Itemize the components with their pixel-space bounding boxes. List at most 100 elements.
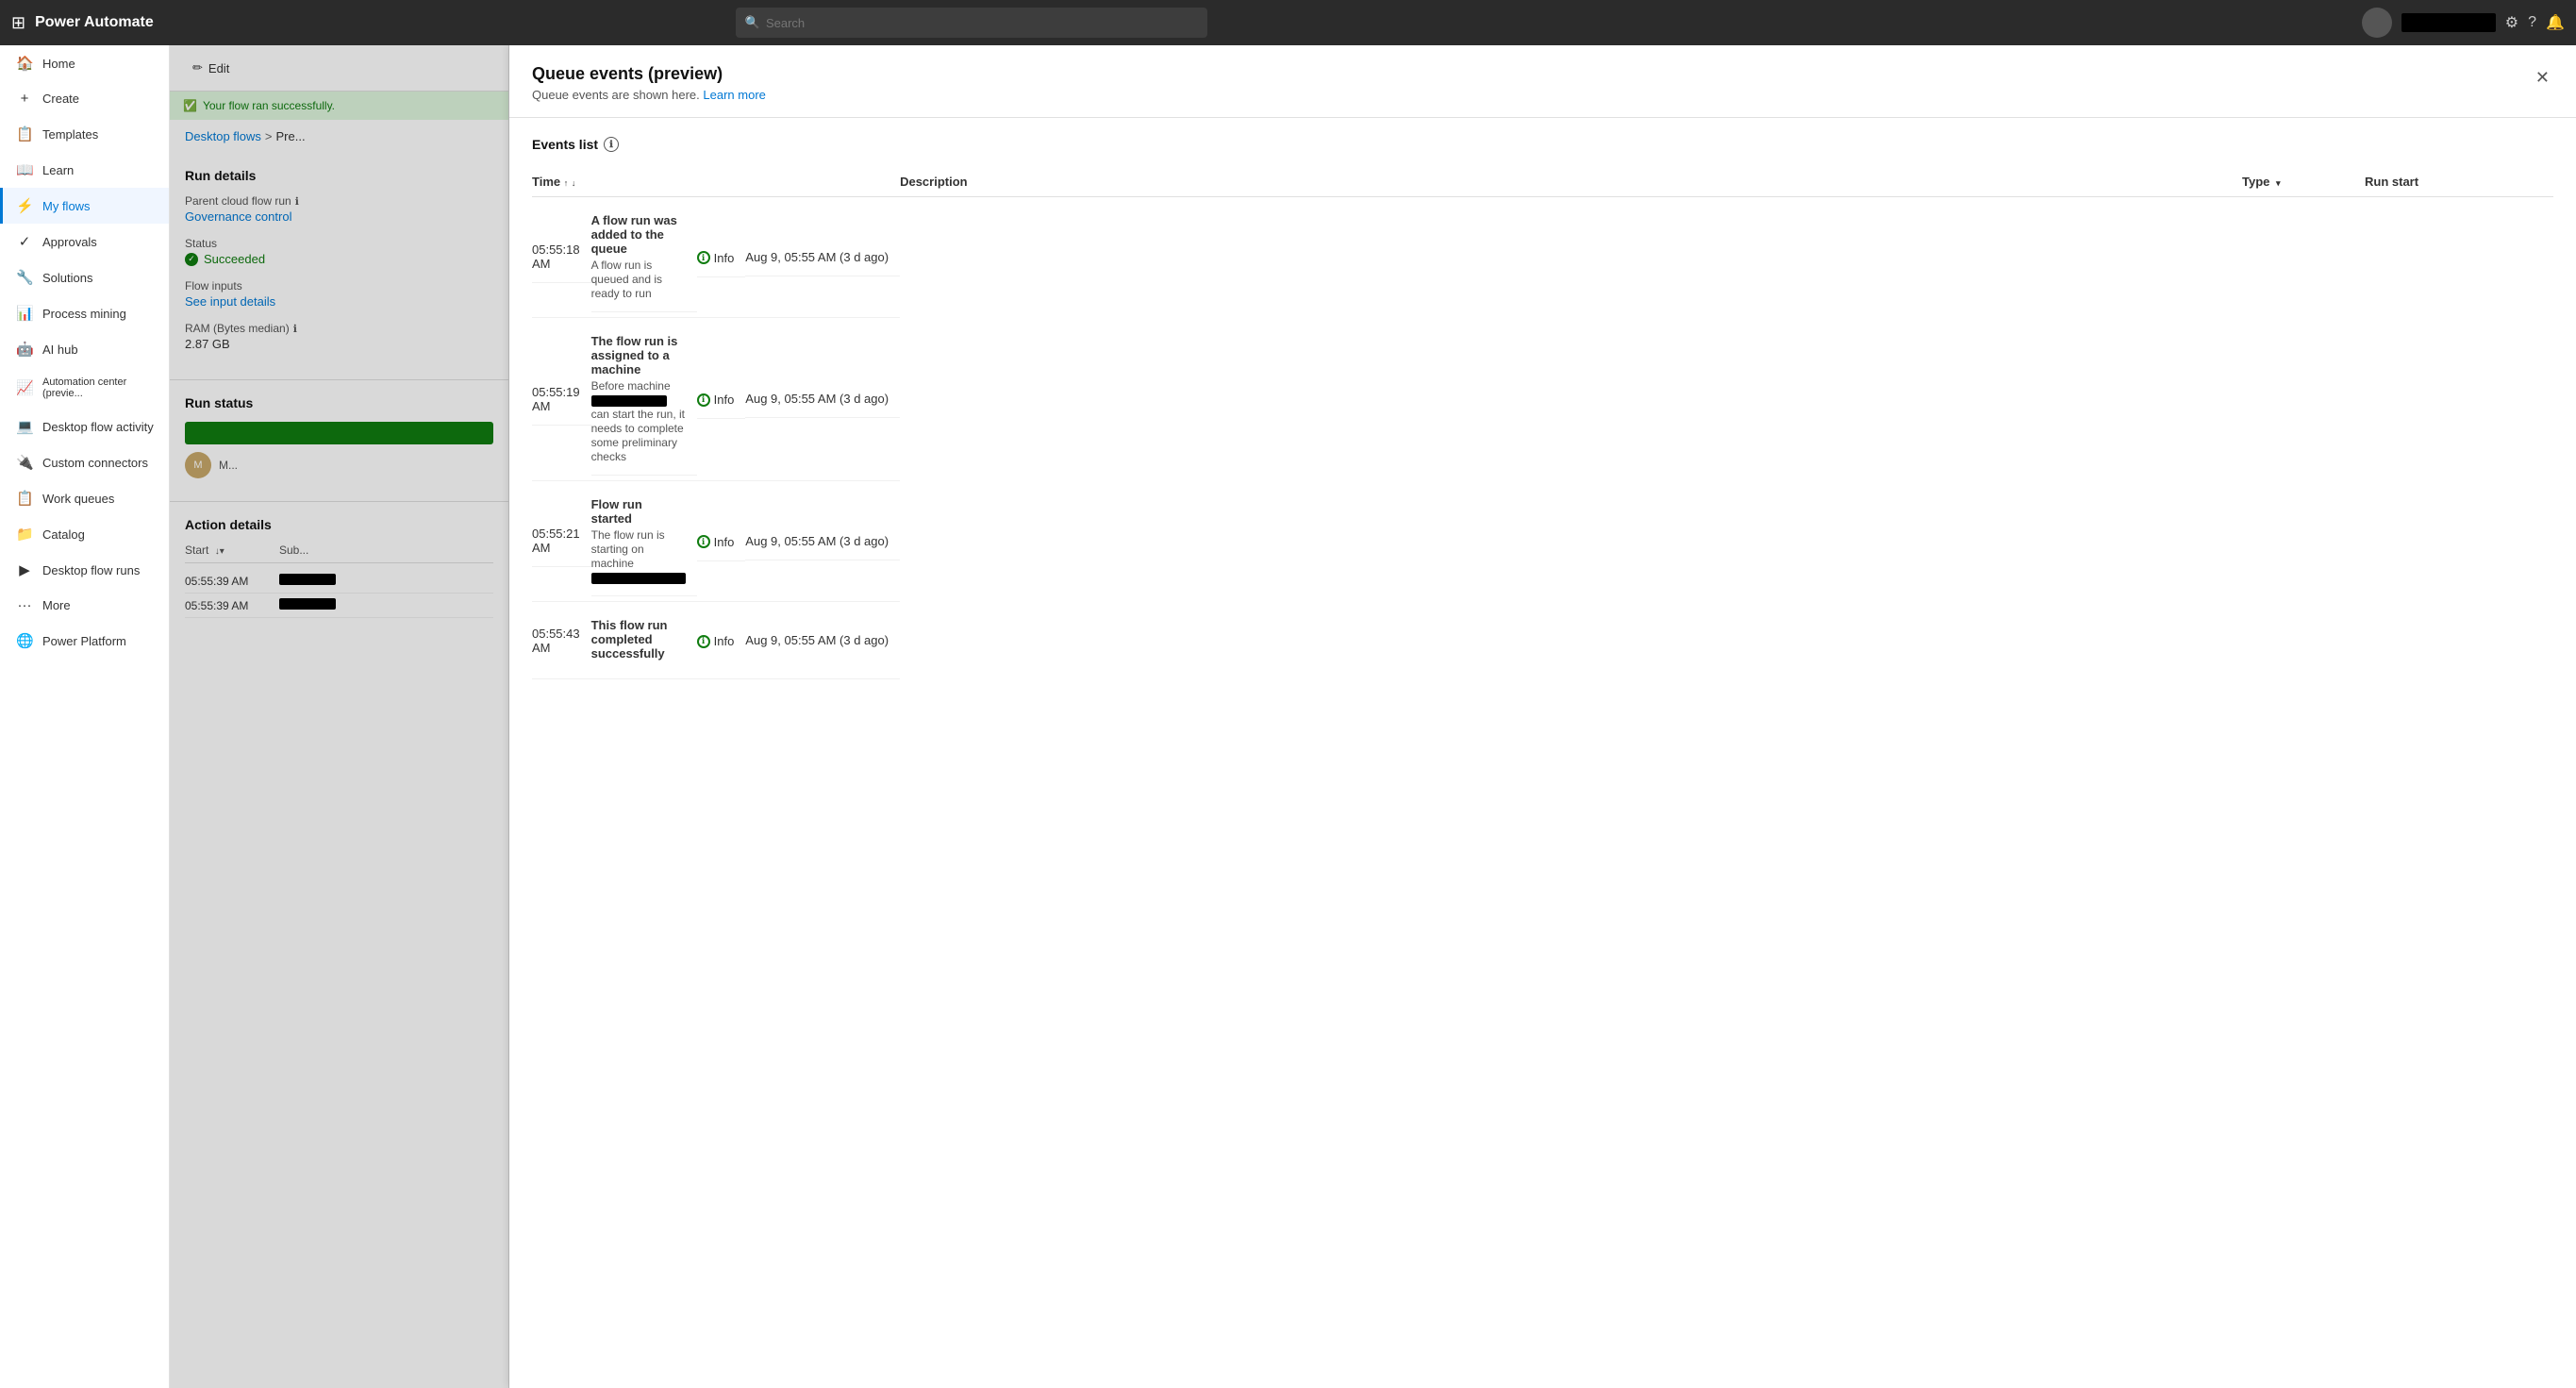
events-table: Time ↑ ↓ Description Type ▾ Run start xyxy=(532,167,2553,679)
event-time-3: 05:55:21 AM xyxy=(532,515,591,567)
sidebar-item-label: Work queues xyxy=(42,492,114,506)
event-time-1: 05:55:18 AM xyxy=(532,231,591,283)
events-table-body: 05:55:18 AM A flow run was added to the … xyxy=(532,197,2553,680)
sidebar-item-create[interactable]: + Create xyxy=(0,81,169,116)
sidebar-item-label: Approvals xyxy=(42,235,97,249)
sidebar-item-desktop-flow-activity[interactable]: 💻 Desktop flow activity xyxy=(0,409,169,444)
notifications-icon[interactable]: 🔔 xyxy=(2546,13,2565,32)
events-table-head: Time ↑ ↓ Description Type ▾ Run start xyxy=(532,167,2553,197)
search-box[interactable]: 🔍 xyxy=(736,8,1207,38)
content-area: ✏ Edit ✅ Your flow ran successfully. Des… xyxy=(170,45,2576,1388)
modal-overlay: Queue events (preview) Queue events are … xyxy=(170,45,2576,1388)
help-icon[interactable]: ? xyxy=(2528,14,2536,31)
event-row-1: 05:55:18 AM A flow run was added to the … xyxy=(532,197,900,318)
event-type-badge-4: Info xyxy=(697,634,735,648)
settings-icon[interactable]: ⚙ xyxy=(2505,13,2518,32)
sidebar-item-desktop-flow-runs[interactable]: ▶ Desktop flow runs xyxy=(0,552,169,588)
event-type-4: Info xyxy=(697,621,746,660)
topbar: ⊞ Power Automate 🔍 ⚙ ? 🔔 xyxy=(0,0,2576,45)
event-type-badge-3: Info xyxy=(697,535,735,549)
desktop-flow-runs-icon: ▶ xyxy=(16,561,33,578)
event-desc-3: Flow run started The flow run is startin… xyxy=(591,486,697,596)
sidebar-item-custom-connectors[interactable]: 🔌 Custom connectors xyxy=(0,444,169,480)
modal-subtitle: Queue events are shown here. Learn more xyxy=(532,88,766,102)
sidebar-item-ai-hub[interactable]: 🤖 AI hub xyxy=(0,331,169,367)
event-run-start-4: Aug 9, 05:55 AM (3 d ago) xyxy=(745,622,900,659)
topbar-right: ⚙ ? 🔔 xyxy=(2362,8,2565,38)
sidebar-item-process-mining[interactable]: 📊 Process mining xyxy=(0,295,169,331)
sidebar-item-label: My flows xyxy=(42,199,91,213)
sidebar-item-label: Learn xyxy=(42,163,74,177)
app-title: Power Automate xyxy=(35,14,154,31)
events-list-label: Events list xyxy=(532,137,598,152)
events-list-header: Events list ℹ xyxy=(532,137,2553,152)
redacted-machine-2 xyxy=(591,573,686,584)
event-type-2: Info xyxy=(697,379,746,419)
sidebar-item-label: Templates xyxy=(42,127,98,142)
sidebar-item-label: Solutions xyxy=(42,271,92,285)
grid-icon[interactable]: ⊞ xyxy=(11,13,25,33)
event-desc-bold-1: A flow run was added to the queue xyxy=(591,213,686,256)
ai-hub-icon: 🤖 xyxy=(16,341,33,358)
type-filter-icon: ▾ xyxy=(2276,178,2281,188)
approvals-icon: ✓ xyxy=(16,233,33,250)
sidebar: 🏠 Home + Create 📋 Templates 📖 Learn ⚡ My… xyxy=(0,45,170,1388)
sidebar-item-more[interactable]: ··· More xyxy=(0,588,169,623)
col-description-header: Description xyxy=(900,167,2242,197)
sidebar-item-work-queues[interactable]: 📋 Work queues xyxy=(0,480,169,516)
event-row-4: 05:55:43 AM This flow run completed succ… xyxy=(532,602,900,679)
modal-header-content: Queue events (preview) Queue events are … xyxy=(532,64,766,117)
event-run-start-2: Aug 9, 05:55 AM (3 d ago) xyxy=(745,380,900,418)
event-type-1: Info xyxy=(697,238,746,277)
sidebar-item-label: Desktop flow runs xyxy=(42,563,140,577)
sidebar-item-learn[interactable]: 📖 Learn xyxy=(0,152,169,188)
event-type-badge-2: Info xyxy=(697,393,735,407)
sidebar-item-label: Catalog xyxy=(42,527,85,542)
templates-icon: 📋 xyxy=(16,125,33,142)
sidebar-item-home[interactable]: 🏠 Home xyxy=(0,45,169,81)
redacted-machine-1 xyxy=(591,395,667,407)
sidebar-item-approvals[interactable]: ✓ Approvals xyxy=(0,224,169,259)
modal-panel: Queue events (preview) Queue events are … xyxy=(509,45,2576,1388)
event-desc-bold-2: The flow run is assigned to a machine xyxy=(591,334,686,376)
sidebar-item-solutions[interactable]: 🔧 Solutions xyxy=(0,259,169,295)
learn-icon: 📖 xyxy=(16,161,33,178)
modal-close-button[interactable]: ✕ xyxy=(2532,64,2553,92)
event-type-badge-1: Info xyxy=(697,251,735,265)
sort-down-icon: ↓ xyxy=(572,178,576,188)
sidebar-item-templates[interactable]: 📋 Templates xyxy=(0,116,169,152)
event-time-4: 05:55:43 AM xyxy=(532,615,591,666)
sidebar-item-label: Power Platform xyxy=(42,634,126,648)
sidebar-item-my-flows[interactable]: ⚡ My flows xyxy=(0,188,169,224)
modal-header: Queue events (preview) Queue events are … xyxy=(509,45,2576,118)
sort-up-icon: ↑ xyxy=(564,178,569,188)
col-time-header[interactable]: Time ↑ ↓ xyxy=(532,167,900,197)
event-run-start-1: Aug 9, 05:55 AM (3 d ago) xyxy=(745,239,900,276)
sidebar-item-automation-center[interactable]: 📈 Automation center (previe... xyxy=(0,367,169,409)
main-layout: 🏠 Home + Create 📋 Templates 📖 Learn ⚡ My… xyxy=(0,45,2576,1388)
catalog-icon: 📁 xyxy=(16,526,33,543)
solutions-icon: 🔧 xyxy=(16,269,33,286)
more-icon: ··· xyxy=(16,597,33,613)
event-desc-1: A flow run was added to the queue A flow… xyxy=(591,202,697,312)
automation-center-icon: 📈 xyxy=(16,379,33,396)
sidebar-item-label: Process mining xyxy=(42,307,126,321)
event-desc-2: The flow run is assigned to a machine Be… xyxy=(591,323,697,476)
event-desc-sub-2: Before machine can start the run, it nee… xyxy=(591,379,685,463)
event-desc-bold-3: Flow run started xyxy=(591,497,686,526)
event-run-start-3: Aug 9, 05:55 AM (3 d ago) xyxy=(745,523,900,560)
col-type-header[interactable]: Type ▾ xyxy=(2242,167,2365,197)
learn-more-link[interactable]: Learn more xyxy=(703,88,765,102)
avatar[interactable] xyxy=(2362,8,2392,38)
sidebar-item-power-platform[interactable]: 🌐 Power Platform xyxy=(0,623,169,659)
event-time-2: 05:55:19 AM xyxy=(532,374,591,426)
event-desc-4: This flow run completed successfully xyxy=(591,607,697,674)
type-dot-2 xyxy=(697,393,710,407)
modal-body: Events list ℹ Time ↑ ↓ Description xyxy=(509,118,2576,1388)
sidebar-item-catalog[interactable]: 📁 Catalog xyxy=(0,516,169,552)
sidebar-item-label: AI hub xyxy=(42,343,78,357)
create-icon: + xyxy=(16,91,33,107)
search-input[interactable] xyxy=(766,16,1198,30)
event-type-3: Info xyxy=(697,522,746,561)
sidebar-item-label: Create xyxy=(42,92,79,106)
